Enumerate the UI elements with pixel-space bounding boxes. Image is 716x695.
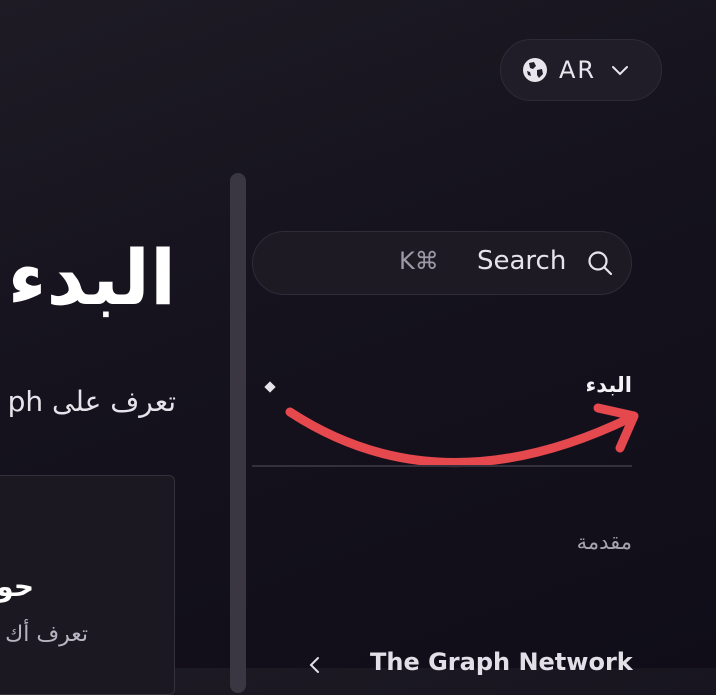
annotation-arrow bbox=[285, 403, 639, 467]
sidebar-section-introduction: مقدمة bbox=[576, 530, 632, 554]
language-code: AR bbox=[559, 56, 597, 84]
sidebar-divider bbox=[252, 465, 632, 467]
page-title: البدء bbox=[7, 233, 176, 322]
search-shortcut: K⌘ bbox=[399, 247, 439, 275]
scrollbar[interactable] bbox=[230, 173, 246, 693]
search-input[interactable]: K⌘ Search bbox=[252, 231, 632, 295]
sidebar-item-graph-network[interactable]: The Graph Network bbox=[370, 648, 633, 676]
page-subtitle: تعرف على ph bbox=[7, 385, 176, 418]
sidebar-item-getting-started[interactable]: البدء bbox=[585, 373, 632, 397]
chevron-down-icon bbox=[610, 60, 630, 80]
active-indicator bbox=[264, 381, 276, 393]
globe-icon bbox=[521, 56, 549, 84]
chevron-left-icon[interactable] bbox=[305, 655, 325, 675]
language-selector-button[interactable]: AR bbox=[500, 39, 662, 101]
search-label: Search bbox=[477, 246, 567, 276]
card-description: تعرف أك bbox=[5, 622, 88, 647]
card-title: حو bbox=[0, 570, 34, 603]
search-icon bbox=[586, 249, 614, 277]
